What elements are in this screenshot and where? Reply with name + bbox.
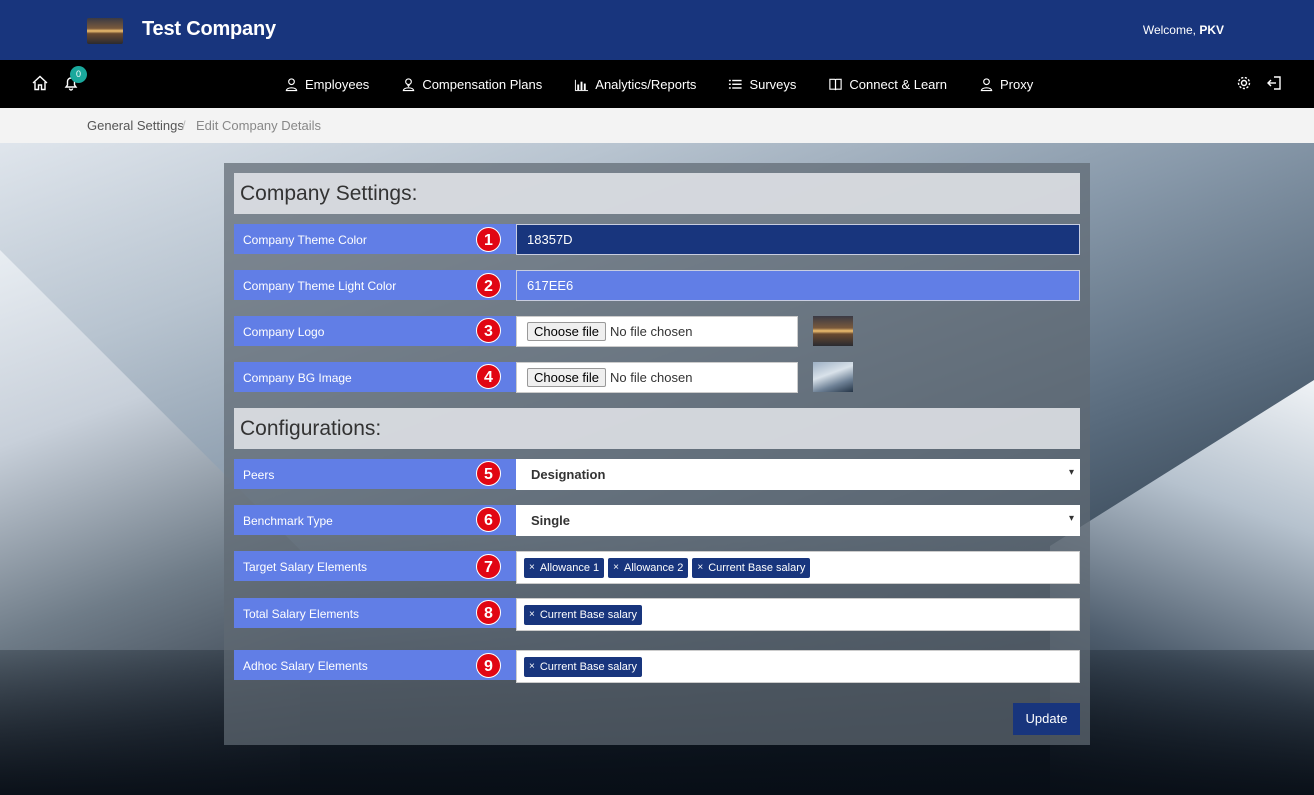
nav-label: Surveys [749,76,797,92]
user-icon [980,77,993,91]
tag: × Current Base salary [524,657,643,677]
nav-label: Connect & Learn [849,76,947,92]
marker-2: 2 [476,273,501,298]
nav-item-compensation-plans[interactable]: Compensation Plans [401,77,542,92]
theme-light-color-input[interactable]: 617EE6 [516,270,1080,301]
marker-1: 1 [476,227,501,252]
gear-icon[interactable] [1235,74,1253,92]
tag-label: Current Base salary [539,661,638,673]
logo-preview [813,316,853,346]
tag: × Current Base salary [692,558,811,578]
company-logo-file-input[interactable]: Choose file No file chosen [516,316,798,347]
adhoc-salary-label: Adhoc Salary Elements [234,650,516,680]
tag-label: Current Base salary [708,562,806,574]
nav-label: Proxy [999,76,1034,92]
tag-remove-icon[interactable]: × [529,560,535,576]
nav-item-analytics[interactable]: Analytics/Reports [574,77,696,92]
tag: × Current Base salary [524,605,643,625]
peers-label: Peers [234,459,516,489]
marker-7: 7 [476,554,501,579]
chevron-down-icon: ▾ [1068,467,1074,478]
company-logo-label: Company Logo [234,316,516,346]
company-settings-title: Company Settings: [234,173,1080,214]
tag-label: Current Base salary [539,609,638,621]
configurations-title: Configurations: [234,408,1080,449]
nav-item-proxy[interactable]: Proxy [979,77,1033,92]
user-icon [285,77,298,91]
tag-label: Allowance 1 [539,562,600,574]
tag-remove-icon[interactable]: × [529,659,535,675]
logout-icon[interactable] [1265,74,1283,92]
nav-menu: Employees Compensation Plans Analytics/R… [284,60,1065,108]
nav-item-employees[interactable]: Employees [284,77,369,92]
user-name: PKV [1199,23,1224,37]
home-icon[interactable] [31,74,49,92]
list-icon [729,79,743,89]
company-bg-file-input[interactable]: Choose file No file chosen [516,362,798,393]
nav-item-surveys[interactable]: Surveys [728,77,796,92]
marker-5: 5 [476,461,501,486]
tag: × Allowance 1 [524,558,605,578]
top-header: Test Company Welcome, PKV [0,0,1314,60]
target-salary-label: Target Salary Elements [234,551,516,581]
notification-badge[interactable]: 0 [70,66,87,83]
benchmark-type-select[interactable]: Single ▾ [516,505,1080,536]
marker-9: 9 [476,653,501,678]
total-salary-multiselect[interactable]: × Current Base salary [516,598,1080,631]
breadcrumb-current: Edit Company Details [196,118,321,133]
marker-6: 6 [476,507,501,532]
book-icon [829,78,843,90]
choose-file-button[interactable]: Choose file [527,368,607,387]
marker-8: 8 [476,600,501,625]
tag-remove-icon[interactable]: × [613,560,619,576]
benchmark-type-label: Benchmark Type [234,505,516,535]
adhoc-salary-multiselect[interactable]: × Current Base salary [516,650,1080,683]
company-bg-label: Company BG Image [234,362,516,392]
tag-remove-icon[interactable]: × [697,560,703,576]
chevron-down-icon: ▾ [1068,513,1074,524]
file-status: No file chosen [610,324,693,339]
user-plan-icon [403,77,415,91]
nav-label: Employees [305,76,370,92]
company-logo[interactable] [87,18,123,44]
breadcrumb-separator: / [182,118,186,133]
benchmark-value: Single [531,513,571,528]
theme-color-input[interactable]: 18357D [516,224,1080,255]
theme-color-label: Company Theme Color [234,224,516,254]
peers-select[interactable]: Designation ▾ [516,459,1080,490]
target-salary-multiselect[interactable]: × Allowance 1 × Allowance 2 × Current Base … [516,551,1080,584]
tag: × Allowance 2 [608,558,689,578]
file-status: No file chosen [610,370,693,385]
marker-4: 4 [476,364,501,389]
nav-label: Analytics/Reports [595,76,697,92]
peers-value: Designation [531,467,606,482]
company-name: Test Company [142,18,276,40]
welcome-text: Welcome, PKV [1143,23,1224,37]
theme-light-color-label: Company Theme Light Color [234,270,516,300]
marker-3: 3 [476,318,501,343]
welcome-prefix: Welcome, [1142,23,1200,37]
choose-file-button[interactable]: Choose file [527,322,607,341]
tag-label: Allowance 2 [624,562,684,574]
tag-remove-icon[interactable]: × [529,607,535,623]
breadcrumb: General Settings / Edit Company Details [0,108,1314,143]
total-salary-label: Total Salary Elements [234,598,516,628]
update-button[interactable]: Update [1013,703,1080,735]
nav-item-connect-learn[interactable]: Connect & Learn [828,77,947,92]
bar-chart-icon [575,79,589,91]
nav-label: Compensation Plans [422,76,543,92]
breadcrumb-general-settings[interactable]: General Settings [87,118,184,133]
bg-preview [813,362,853,392]
